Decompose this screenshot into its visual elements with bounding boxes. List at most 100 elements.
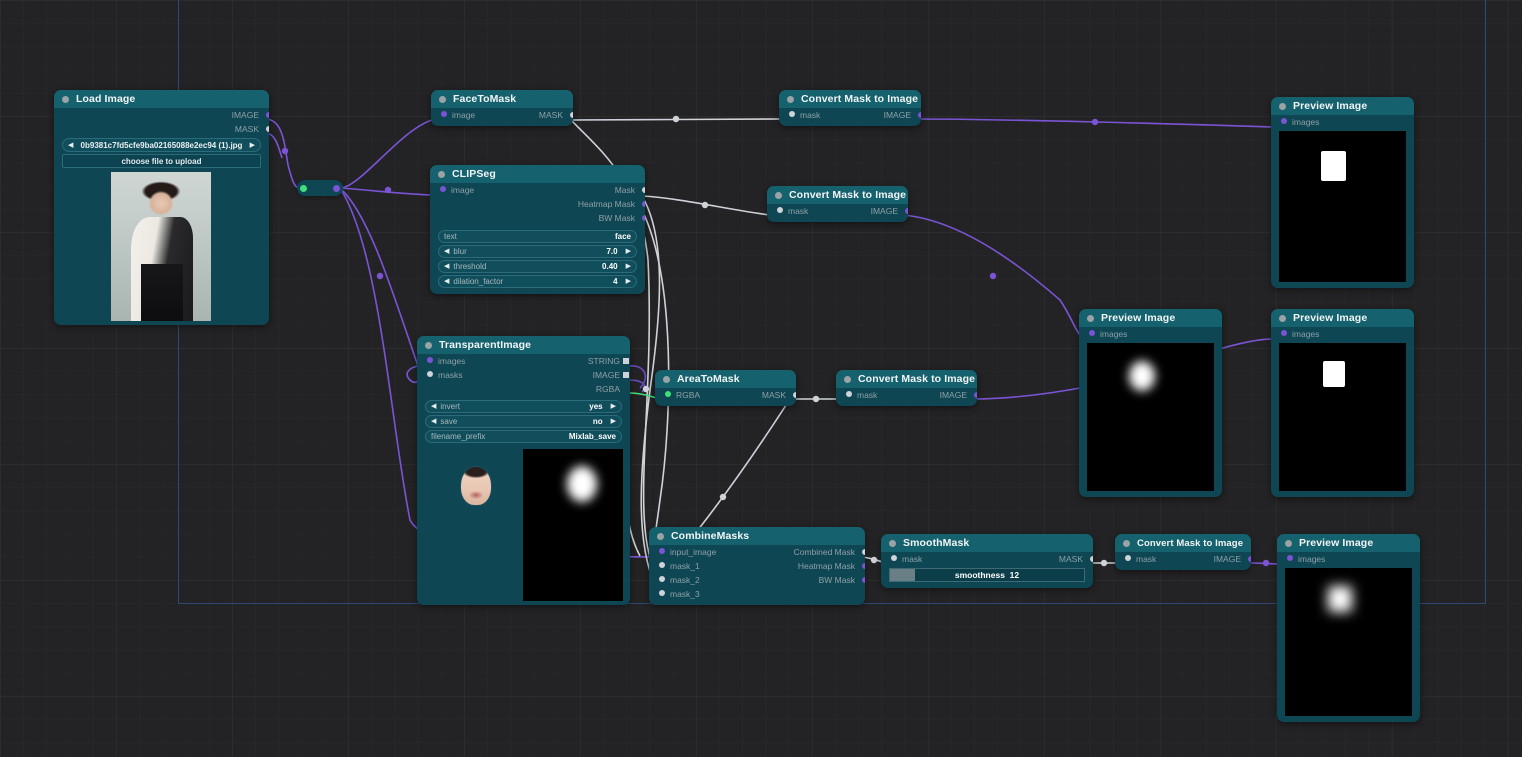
output-slot-mask[interactable]: MASK bbox=[539, 110, 573, 120]
output-slot-mask[interactable]: MASK bbox=[762, 390, 796, 400]
output-pin-mask[interactable] bbox=[642, 187, 645, 193]
output-slot-string[interactable]: STRING bbox=[588, 356, 629, 366]
node-header[interactable]: Load Image bbox=[54, 90, 269, 108]
collapse-dot-icon[interactable] bbox=[844, 375, 851, 383]
output-pin-mask[interactable] bbox=[793, 392, 796, 398]
output-pin-heatmap[interactable] bbox=[642, 201, 645, 207]
node-header[interactable]: Preview Image bbox=[1271, 97, 1414, 115]
input-slot-image[interactable]: image bbox=[441, 110, 475, 120]
output-slot-combined-mask[interactable]: Combined Mask bbox=[794, 547, 865, 557]
widget-blur[interactable]: ◀ blur 7.0 ▶ bbox=[438, 245, 637, 258]
widget-dilation-factor[interactable]: ◀ dilation_factor 4 ▶ bbox=[438, 275, 637, 288]
input-slot-mask-2[interactable]: mask_2 bbox=[659, 575, 700, 585]
output-slot-mask[interactable]: MASK bbox=[1059, 554, 1093, 564]
node-convert-mask-to-image-4[interactable]: Convert Mask to Image mask IMAGE bbox=[1115, 534, 1251, 570]
input-pin-images[interactable] bbox=[1287, 554, 1293, 561]
input-slot-mask[interactable]: mask bbox=[777, 206, 808, 216]
input-pin-images[interactable] bbox=[427, 356, 433, 363]
chevron-left-icon[interactable]: ◀ bbox=[431, 418, 436, 425]
input-slot-image[interactable]: image bbox=[440, 185, 474, 195]
input-pin-mask[interactable] bbox=[1125, 554, 1131, 561]
node-header[interactable]: Preview Image bbox=[1271, 309, 1414, 327]
input-pin-mask[interactable] bbox=[789, 110, 795, 117]
node-header[interactable]: Preview Image bbox=[1079, 309, 1222, 327]
collapse-dot-icon[interactable] bbox=[62, 95, 69, 103]
image-file-combo[interactable]: ◀ 0b9381c7fd5cfe9ba02165088e2ec94 (1).jp… bbox=[62, 138, 261, 152]
input-slot-images[interactable]: images bbox=[1271, 115, 1414, 129]
widget-smoothness-slider[interactable]: smoothness 12 bbox=[889, 568, 1085, 582]
chevron-left-icon[interactable]: ◀ bbox=[444, 248, 449, 255]
output-pin-mask[interactable] bbox=[1090, 556, 1093, 562]
node-transparent-image[interactable]: TransparentImage images STRING masks IMA… bbox=[417, 336, 630, 605]
input-pin-rgba[interactable] bbox=[665, 390, 671, 397]
node-header[interactable]: SmoothMask bbox=[881, 534, 1093, 552]
output-pin-image[interactable] bbox=[974, 392, 977, 398]
node-preview-image-3[interactable]: Preview Image images bbox=[1271, 309, 1414, 497]
input-pin-images[interactable] bbox=[1281, 329, 1287, 336]
output-slot-image[interactable]: IMAGE bbox=[1214, 554, 1251, 564]
input-slot-masks[interactable]: masks bbox=[427, 370, 463, 380]
node-preview-image-4[interactable]: Preview Image images bbox=[1277, 534, 1420, 722]
chevron-left-icon[interactable]: ◀ bbox=[431, 403, 436, 410]
output-pin-image[interactable] bbox=[266, 112, 269, 118]
input-pin-mask-1[interactable] bbox=[659, 561, 665, 568]
collapse-dot-icon[interactable] bbox=[425, 341, 432, 349]
node-header[interactable]: CLIPSeg bbox=[430, 165, 645, 183]
widget-filename-prefix[interactable]: filename_prefix Mixlab_save bbox=[425, 430, 622, 443]
collapse-dot-icon[interactable] bbox=[438, 170, 445, 178]
collapse-dot-icon[interactable] bbox=[657, 532, 664, 540]
node-header[interactable]: Convert Mask to Image bbox=[1115, 534, 1251, 552]
node-preview-image-2[interactable]: Preview Image images bbox=[1079, 309, 1222, 497]
widget-save[interactable]: ◀ save no ▶ bbox=[425, 415, 622, 428]
collapse-dot-icon[interactable] bbox=[1279, 102, 1286, 110]
output-pin-mask[interactable] bbox=[570, 112, 573, 118]
input-slot-rgba[interactable]: RGBA bbox=[665, 390, 700, 400]
chevron-right-icon[interactable]: ▶ bbox=[626, 278, 631, 285]
node-face-to-mask[interactable]: FaceToMask image MASK bbox=[431, 90, 573, 126]
reroute-output-pin[interactable] bbox=[333, 184, 340, 192]
collapse-dot-icon[interactable] bbox=[439, 95, 446, 103]
output-slot-rgba[interactable]: RGBA bbox=[417, 382, 630, 396]
output-pin-image[interactable] bbox=[1248, 556, 1251, 562]
input-pin-mask-2[interactable] bbox=[659, 575, 665, 582]
input-pin-image[interactable] bbox=[440, 185, 446, 192]
output-slot-image[interactable]: IMAGE bbox=[871, 206, 908, 216]
node-header[interactable]: CombineMasks bbox=[649, 527, 865, 545]
reroute-input-pin[interactable] bbox=[300, 184, 307, 192]
input-slot-mask[interactable]: mask bbox=[846, 390, 877, 400]
output-slot-image[interactable]: IMAGE bbox=[940, 390, 977, 400]
input-slot-images[interactable]: images bbox=[427, 356, 465, 366]
node-header[interactable]: Convert Mask to Image bbox=[767, 186, 908, 204]
input-pin-images[interactable] bbox=[1281, 117, 1287, 124]
input-slot-input-image[interactable]: input_image bbox=[659, 547, 716, 557]
input-slot-mask-3[interactable]: mask_3 bbox=[649, 587, 865, 601]
output-slot-heatmap-mask[interactable]: Heatmap Mask bbox=[430, 197, 645, 211]
widget-invert[interactable]: ◀ invert yes ▶ bbox=[425, 400, 622, 413]
node-header[interactable]: TransparentImage bbox=[417, 336, 630, 354]
collapse-dot-icon[interactable] bbox=[787, 95, 794, 103]
input-pin-images[interactable] bbox=[1089, 329, 1095, 336]
chevron-left-icon[interactable]: ◀ bbox=[444, 263, 449, 270]
collapse-dot-icon[interactable] bbox=[1123, 539, 1130, 547]
chevron-right-icon[interactable]: ▶ bbox=[626, 248, 631, 255]
node-graph-canvas[interactable]: Load Image IMAGE MASK ◀ 0b9381c7fd5cfe9b… bbox=[0, 0, 1522, 757]
output-pin-combined-mask[interactable] bbox=[862, 549, 865, 555]
chevron-right-icon[interactable]: ▶ bbox=[626, 263, 631, 270]
input-pin-mask[interactable] bbox=[891, 554, 897, 561]
input-slot-mask[interactable]: mask bbox=[891, 554, 922, 564]
node-header[interactable]: Convert Mask to Image bbox=[836, 370, 977, 388]
node-preview-image-1[interactable]: Preview Image images bbox=[1271, 97, 1414, 288]
chevron-left-icon[interactable]: ◀ bbox=[444, 278, 449, 285]
node-area-to-mask[interactable]: AreaToMask RGBA MASK bbox=[655, 370, 796, 406]
output-slot-heatmap-mask[interactable]: Heatmap Mask bbox=[798, 561, 865, 571]
chevron-right-icon[interactable]: ▶ bbox=[611, 418, 616, 425]
output-pin-heatmap[interactable] bbox=[862, 563, 865, 569]
collapse-dot-icon[interactable] bbox=[1087, 314, 1094, 322]
collapse-dot-icon[interactable] bbox=[663, 375, 670, 383]
node-load-image[interactable]: Load Image IMAGE MASK ◀ 0b9381c7fd5cfe9b… bbox=[54, 90, 269, 325]
node-convert-mask-to-image-1[interactable]: Convert Mask to Image mask IMAGE bbox=[779, 90, 921, 126]
output-slot-image[interactable]: IMAGE bbox=[54, 108, 269, 122]
collapse-dot-icon[interactable] bbox=[1285, 539, 1292, 547]
input-pin-mask[interactable] bbox=[777, 206, 783, 213]
node-header[interactable]: FaceToMask bbox=[431, 90, 573, 108]
